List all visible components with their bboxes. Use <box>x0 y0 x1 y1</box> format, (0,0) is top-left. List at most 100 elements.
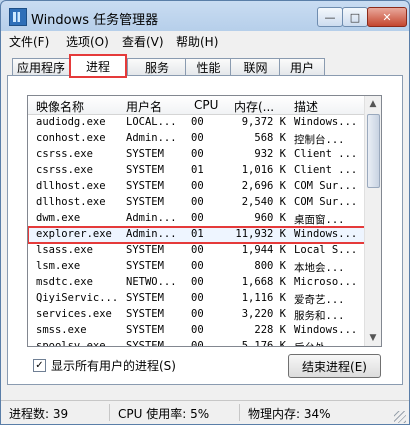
process-user-name: SYSTEM <box>126 292 164 304</box>
process-description: Windows... <box>294 116 358 128</box>
close-button[interactable]: ✕ <box>367 7 407 27</box>
process-description: 后台处... <box>294 340 362 346</box>
process-row[interactable]: services.exe SYSTEM 00 3,220 K 服务和... <box>28 307 365 323</box>
column-cpu[interactable]: CPU <box>194 98 218 112</box>
process-cpu: 00 <box>191 196 204 208</box>
process-image-name: dllhost.exe <box>36 196 106 208</box>
minimize-button[interactable]: — <box>317 7 343 27</box>
process-cpu: 00 <box>191 340 204 347</box>
process-memory: 5,176 K <box>241 340 286 347</box>
tab-users[interactable]: 用户 <box>279 58 325 76</box>
process-image-name: audiodg.exe <box>36 116 106 128</box>
process-row[interactable]: spoolsv.exe SYSTEM 00 5,176 K 后台处... <box>28 339 365 347</box>
process-row[interactable]: msdtc.exe NETWO... 00 1,668 K Microso... <box>28 275 365 291</box>
show-all-users-option[interactable]: ✓ 显示所有用户的进程(S) <box>33 357 176 374</box>
maximize-button[interactable]: □ <box>342 7 368 27</box>
process-image-name: services.exe <box>36 308 112 320</box>
column-image-name[interactable]: 映像名称 <box>36 98 84 115</box>
status-process-count: 进程数: 39 <box>9 407 69 421</box>
menu-help[interactable]: 帮助(H) <box>176 33 218 50</box>
process-image-name: smss.exe <box>36 324 87 336</box>
process-user-name: Admin... <box>126 132 177 144</box>
show-all-users-checkbox[interactable]: ✓ <box>33 359 46 372</box>
process-list: 映像名称 用户名 CPU 内存(... 描述 audiodg.exe LOCAL.… <box>27 95 382 347</box>
process-memory: 960 K <box>254 212 286 224</box>
tab-applications[interactable]: 应用程序 <box>12 58 70 76</box>
scroll-thumb[interactable] <box>367 114 380 188</box>
process-row[interactable]: audiodg.exe LOCAL... 00 9,372 K Windows... <box>28 115 365 131</box>
process-row[interactable]: dwm.exe Admin... 00 960 K 桌面窗... <box>28 211 365 227</box>
scroll-down-arrow-icon[interactable]: ▼ <box>365 330 381 346</box>
column-description[interactable]: 描述 <box>294 98 318 115</box>
process-cpu: 00 <box>191 180 204 192</box>
process-image-name: lsm.exe <box>36 260 81 272</box>
process-description: Local S... <box>294 244 358 256</box>
process-row[interactable]: lsass.exe SYSTEM 00 1,944 K Local S... <box>28 243 365 259</box>
process-image-name: dllhost.exe <box>36 180 106 192</box>
process-user-name: SYSTEM <box>126 340 164 347</box>
status-divider <box>239 404 240 421</box>
process-description: Windows... <box>294 324 358 336</box>
tab-performance[interactable]: 性能 <box>185 58 232 76</box>
tab-strip: 应用程序 进程 服务 性能 联网 用户 <box>7 54 403 78</box>
process-row[interactable]: QiyiServic... SYSTEM 00 1,116 K 爱奇艺... <box>28 291 365 307</box>
process-user-name: SYSTEM <box>126 180 164 192</box>
menu-view[interactable]: 查看(V) <box>122 33 164 50</box>
window-title: Windows 任务管理器 <box>31 13 159 28</box>
process-list-body: audiodg.exe LOCAL... 00 9,372 K Windows... co… <box>28 115 366 347</box>
tab-processes[interactable]: 进程 <box>69 54 127 78</box>
process-user-name: NETWO... <box>126 276 177 288</box>
process-memory: 1,116 K <box>241 292 286 304</box>
process-description: COM Sur... <box>294 180 358 192</box>
scroll-up-arrow-icon[interactable]: ▲ <box>365 96 381 112</box>
process-cpu: 00 <box>191 244 204 256</box>
process-cpu: 00 <box>191 116 204 128</box>
process-memory: 1,668 K <box>241 276 286 288</box>
process-description: Microso... <box>294 276 358 288</box>
process-row[interactable]: explorer.exe Admin... 01 11,932 K Windows... <box>28 226 366 244</box>
menu-file[interactable]: 文件(F) <box>9 33 49 50</box>
process-row[interactable]: lsm.exe SYSTEM 00 800 K 本地会... <box>28 259 365 275</box>
process-user-name: SYSTEM <box>126 164 164 176</box>
process-description: 爱奇艺... <box>294 294 345 306</box>
vertical-scrollbar[interactable]: ▲ ▼ <box>364 96 381 346</box>
task-manager-icon <box>9 8 27 26</box>
process-row[interactable]: dllhost.exe SYSTEM 00 2,540 K COM Sur... <box>28 195 365 211</box>
end-process-button[interactable]: 结束进程(E) <box>288 354 381 378</box>
show-all-users-label: 显示所有用户的进程(S) <box>51 359 176 373</box>
process-cpu: 00 <box>191 132 204 144</box>
process-memory: 3,220 K <box>241 308 286 320</box>
process-image-name: csrss.exe <box>36 148 93 160</box>
status-cpu-usage: CPU 使用率: 5% <box>118 407 210 421</box>
process-user-name: SYSTEM <box>126 324 164 336</box>
process-cpu: 00 <box>191 148 204 160</box>
process-image-name: explorer.exe <box>36 228 112 240</box>
title-bar[interactable]: Windows 任务管理器 — □ ✕ <box>1 1 409 31</box>
status-divider <box>109 404 110 421</box>
process-row[interactable]: conhost.exe Admin... 00 568 K 控制台... <box>28 131 365 147</box>
resize-grip-icon[interactable] <box>394 411 406 423</box>
process-cpu: 01 <box>191 164 204 176</box>
process-memory: 9,372 K <box>241 116 286 128</box>
process-image-name: QiyiServic... <box>36 292 119 304</box>
process-row[interactable]: smss.exe SYSTEM 00 228 K Windows... <box>28 323 365 339</box>
process-memory: 2,540 K <box>241 196 286 208</box>
process-memory: 1,016 K <box>241 164 286 176</box>
process-user-name: SYSTEM <box>126 196 164 208</box>
process-description: Windows... <box>294 228 358 240</box>
column-memory[interactable]: 内存(... <box>234 98 274 115</box>
tab-networking[interactable]: 联网 <box>230 58 281 76</box>
process-row[interactable]: csrss.exe SYSTEM 00 932 K Client ... <box>28 147 365 163</box>
menu-options[interactable]: 选项(O) <box>66 33 109 50</box>
process-memory: 2,696 K <box>241 180 286 192</box>
process-memory: 568 K <box>254 132 286 144</box>
column-user-name[interactable]: 用户名 <box>126 98 162 115</box>
process-list-header: 映像名称 用户名 CPU 内存(... 描述 <box>28 96 365 115</box>
task-manager-window: Windows 任务管理器 — □ ✕ 文件(F) 选项(O) 查看(V) 帮助… <box>0 0 410 425</box>
process-row[interactable]: csrss.exe SYSTEM 01 1,016 K Client ... <box>28 163 365 179</box>
tab-services[interactable]: 服务 <box>127 58 187 76</box>
process-user-name: LOCAL... <box>126 116 177 128</box>
process-memory: 1,944 K <box>241 244 286 256</box>
process-row[interactable]: dllhost.exe SYSTEM 00 2,696 K COM Sur... <box>28 179 365 195</box>
process-cpu: 00 <box>191 324 204 336</box>
